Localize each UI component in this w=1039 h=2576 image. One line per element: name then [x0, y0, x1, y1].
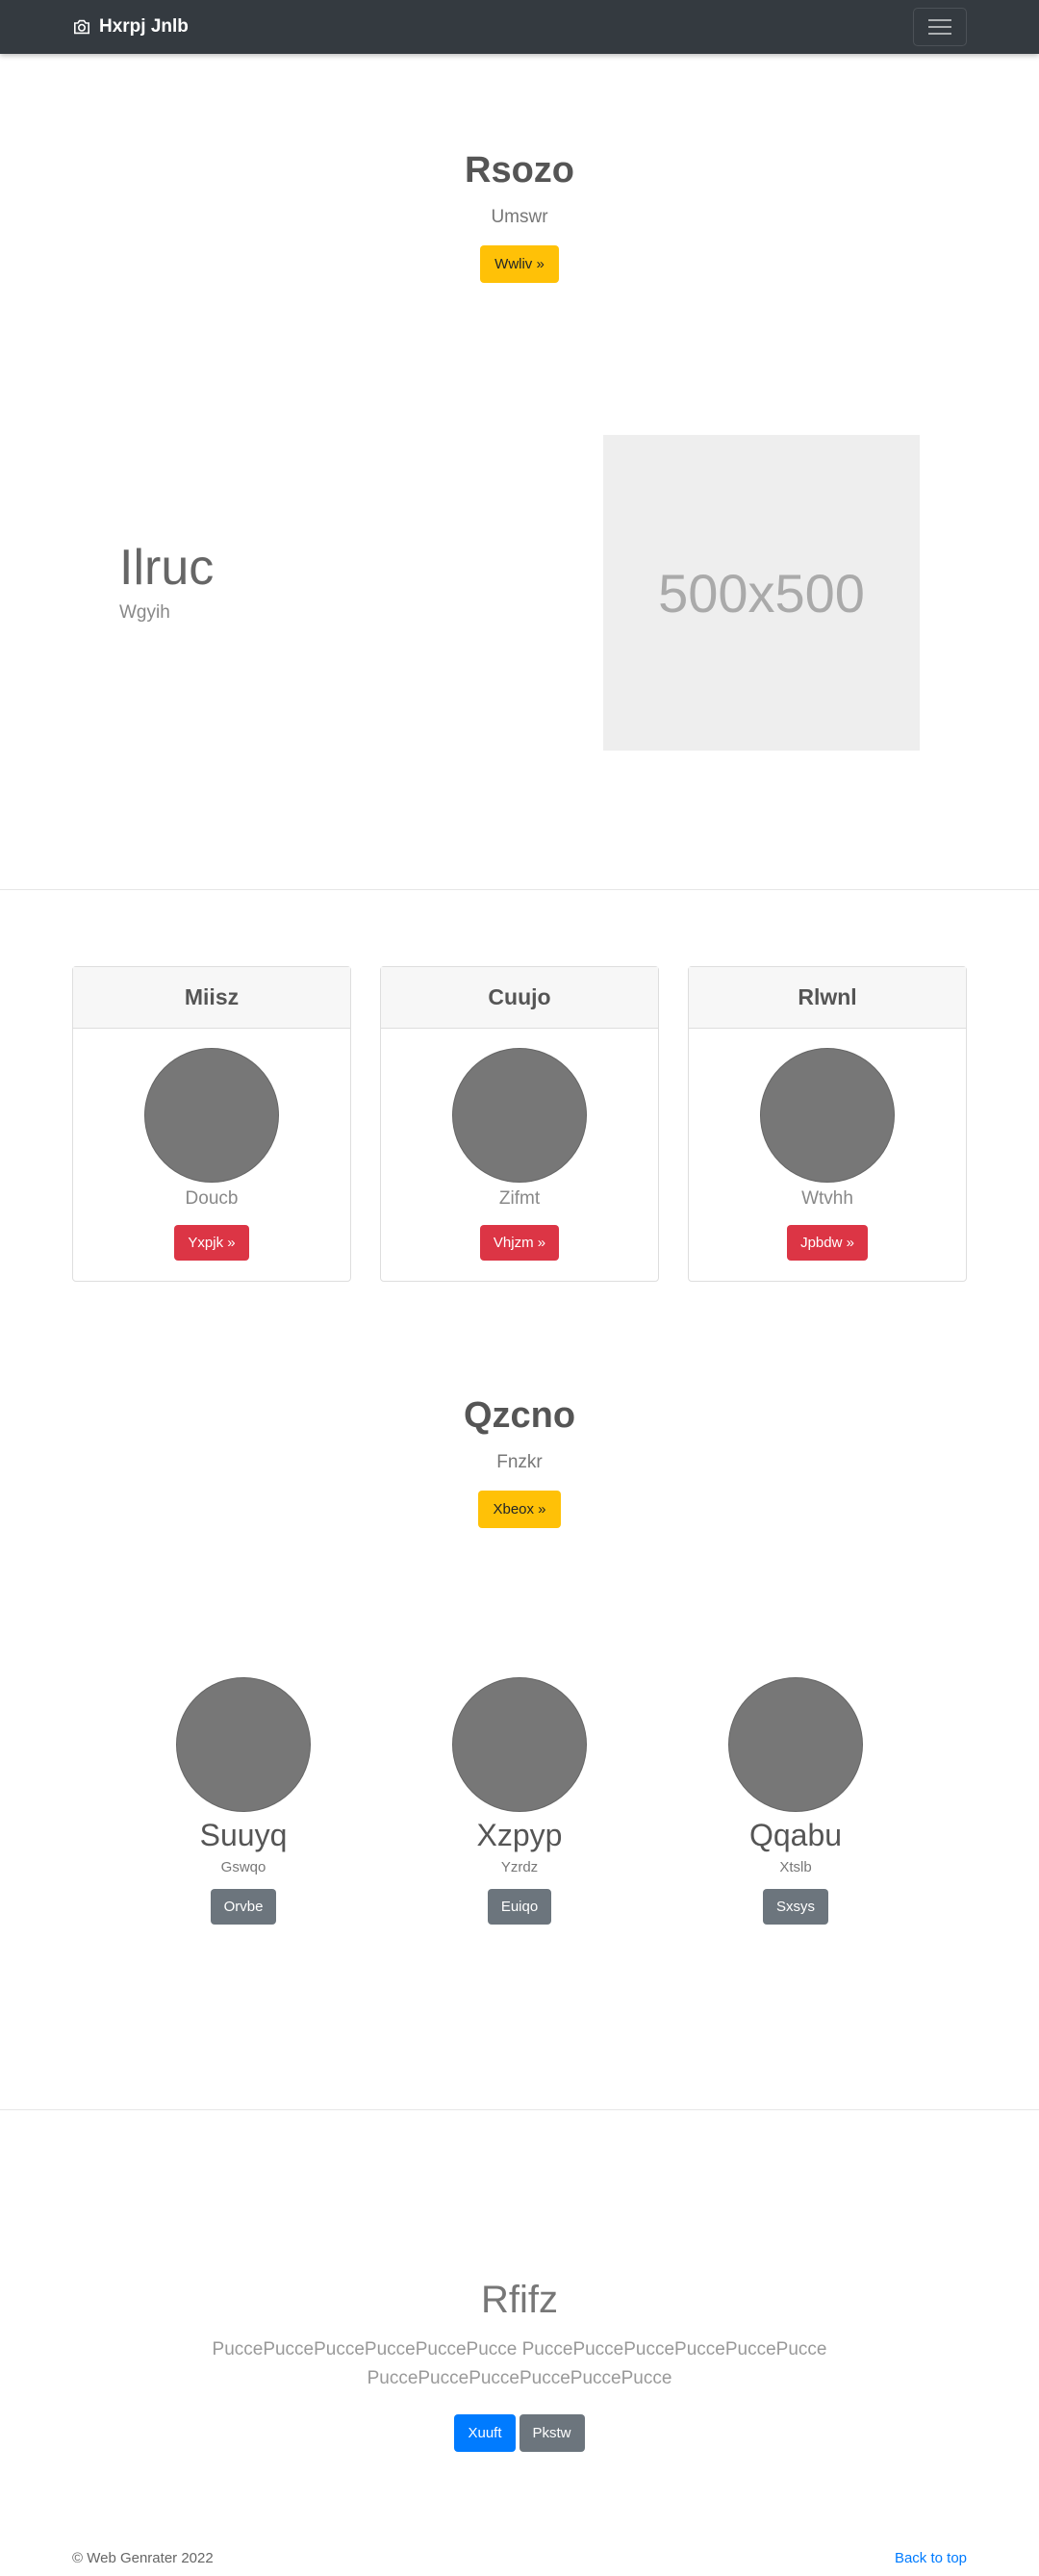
card-caption: Doucb	[185, 1188, 239, 1209]
navbar-toggler[interactable]	[913, 8, 967, 46]
feature-title: Ilruc	[119, 540, 215, 596]
card-header: Rlwnl	[689, 967, 966, 1029]
cta-text: PuccePuccePuccePuccePuccePucce PuccePucc…	[212, 2339, 827, 2388]
brand-link[interactable]: Hxrpj Jnlb	[72, 16, 189, 38]
member-avatar	[452, 1677, 587, 1812]
card-button[interactable]: Yxpjk »	[174, 1225, 249, 1261]
card-header: Cuujo	[381, 967, 658, 1029]
camera-icon	[74, 19, 89, 35]
cta-section: Rfifz PuccePuccePuccePuccePuccePucce Puc…	[0, 2279, 1039, 2452]
card-avatar	[452, 1048, 587, 1183]
member-button[interactable]: Euiqo	[487, 1889, 552, 1925]
card: Rlwnl Wtvhh Jpbdw »	[688, 966, 967, 1282]
hero-lead: Umswr	[491, 207, 548, 227]
card: Cuujo Zifmt Vhjzm »	[380, 966, 659, 1282]
member-sub: Xtslb	[779, 1859, 812, 1875]
member-avatar	[176, 1677, 311, 1812]
hero2-button[interactable]: Xbeox »	[478, 1491, 561, 1528]
card: Miisz Doucb Yxpjk »	[72, 966, 351, 1282]
member-button[interactable]: Sxsys	[762, 1889, 828, 1925]
cta-title: Rfifz	[481, 2279, 558, 2321]
footer-copyright: © Web Genrater 2022	[72, 2550, 214, 2566]
team-member: Suuyq Gswqo Orvbe	[147, 1677, 340, 1925]
cta-primary-button[interactable]: Xuuft	[454, 2414, 516, 2452]
card-avatar	[144, 1048, 279, 1183]
card-button[interactable]: Jpbdw »	[787, 1225, 868, 1261]
member-sub: Gswqo	[220, 1859, 266, 1875]
card-caption: Zifmt	[498, 1188, 541, 1209]
feature-section: Ilruc Wgyih 500x500	[0, 435, 1039, 751]
team-member: Xzpyp Yzrdz Euiqo	[423, 1677, 616, 1925]
hero-section: Rsozo Umswr Wwliv »	[0, 150, 1039, 283]
hero-section-2: Qzcno Fnzkr Xbeox »	[0, 1395, 1039, 1528]
section-divider	[0, 2109, 1039, 2110]
member-name: Suuyq	[199, 1818, 288, 1852]
team-member: Qqabu Xtslb Sxsys	[699, 1677, 892, 1925]
member-name: Qqabu	[748, 1818, 843, 1852]
card-header: Miisz	[73, 967, 350, 1029]
hero2-lead: Fnzkr	[496, 1452, 543, 1472]
member-button[interactable]: Orvbe	[210, 1889, 277, 1925]
member-name: Xzpyp	[476, 1818, 563, 1852]
section-divider	[0, 889, 1039, 890]
member-sub: Yzrdz	[500, 1859, 539, 1875]
brand-name: Hxrpj Jnlb	[99, 16, 189, 37]
back-to-top-link[interactable]: Back to top	[895, 2550, 967, 2566]
hero2-title: Qzcno	[463, 1395, 576, 1436]
feature-image-placeholder: 500x500	[603, 435, 920, 751]
footer: © Web Genrater 2022 Back to top	[72, 2550, 967, 2566]
cards-section: Miisz Doucb Yxpjk » Cuujo Zifmt Vhjzm » …	[72, 966, 967, 1282]
member-avatar	[728, 1677, 863, 1812]
hamburger-icon	[928, 19, 951, 35]
hero-title: Rsozo	[465, 150, 574, 191]
team-section: Suuyq Gswqo Orvbe Xzpyp Yzrdz Euiqo Qqab…	[0, 1677, 1039, 1937]
card-button[interactable]: Vhjzm »	[479, 1225, 560, 1261]
card-avatar	[760, 1048, 895, 1183]
cta-secondary-button[interactable]: Pkstw	[519, 2414, 585, 2452]
feature-image-label: 500x500	[658, 562, 865, 624]
hero-button[interactable]: Wwliv »	[480, 245, 559, 283]
card-caption: Wtvhh	[801, 1188, 853, 1209]
feature-subtitle: Wgyih	[119, 602, 170, 623]
navbar: Hxrpj Jnlb	[0, 0, 1039, 54]
